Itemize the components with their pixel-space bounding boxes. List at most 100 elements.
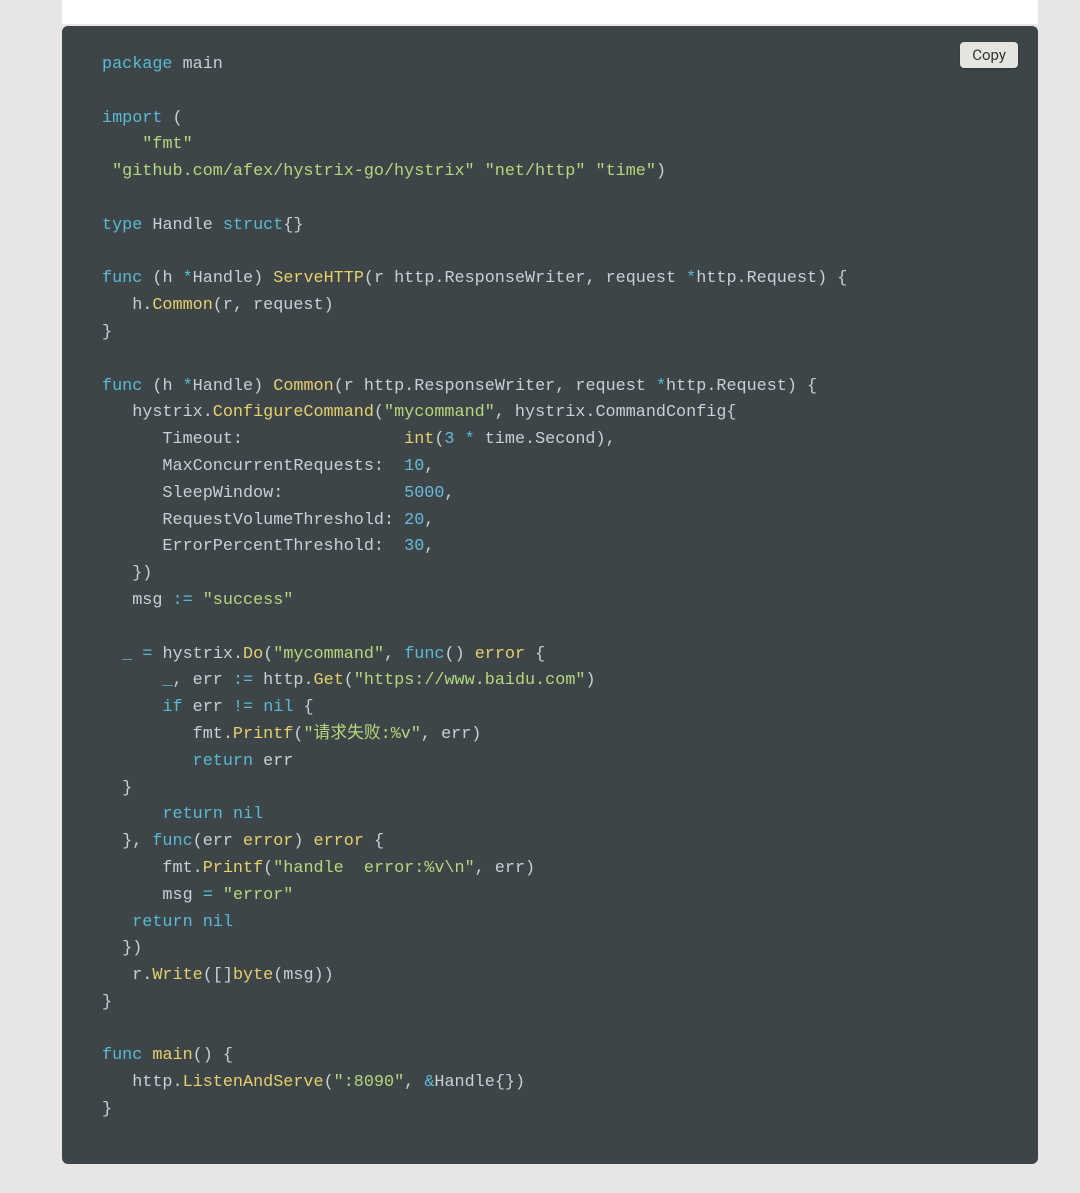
code-token (253, 698, 263, 717)
code-token: main (173, 55, 223, 74)
code-token: RequestVolumeThreshold: (102, 511, 404, 530)
code-token: return (132, 913, 192, 932)
code-token: := (173, 591, 193, 610)
code-token: fmt. (102, 859, 203, 878)
code-token: ServeHTTP (273, 269, 364, 288)
code-token: ) (585, 671, 595, 690)
code-token: ( (344, 671, 354, 690)
code-token: (h (142, 377, 182, 396)
page-root: Copy package main import ( "fmt" "github… (0, 0, 1080, 1193)
code-token: error (243, 832, 293, 851)
code-token: {} (283, 216, 303, 235)
code-token (132, 645, 142, 664)
code-token: , (424, 457, 434, 476)
code-token: Handle) (193, 377, 274, 396)
code-token: http.Request) { (696, 269, 847, 288)
code-token: Handle) (193, 269, 274, 288)
code-block: Copy package main import ( "fmt" "github… (62, 26, 1038, 1164)
code-token: if (162, 698, 182, 717)
code-token: SleepWindow: (102, 484, 404, 503)
code-token (102, 752, 193, 771)
code-token: (r http.ResponseWriter, request (334, 377, 656, 396)
code-token: , (444, 484, 454, 503)
code-token: Handle (142, 216, 223, 235)
code-token: * (465, 430, 475, 449)
code-token: _ (162, 671, 172, 690)
code-token: ) (293, 832, 313, 851)
code-token (102, 645, 122, 664)
code-token: , (424, 511, 434, 530)
code-token: ( (374, 403, 384, 422)
code-token: Write (152, 966, 202, 985)
code-token: } (102, 779, 132, 798)
code-token: ( (263, 859, 273, 878)
code-token: ":8090" (334, 1073, 405, 1092)
code-token: , err) (475, 859, 535, 878)
code-token: Handle{}) (434, 1073, 525, 1092)
code-token: 20 (404, 511, 424, 530)
code-token: } (102, 993, 112, 1012)
code-token: func (404, 645, 444, 664)
code-token: func (102, 269, 142, 288)
article-paper-strip (62, 0, 1038, 24)
code-token: = (142, 645, 152, 664)
code-token: 10 (404, 457, 424, 476)
code-token (193, 913, 203, 932)
code-token: http. (253, 671, 313, 690)
code-token: 3 (444, 430, 454, 449)
copy-button[interactable]: Copy (960, 42, 1018, 68)
code-token (102, 698, 162, 717)
code-token (213, 886, 223, 905)
code-token: err (253, 752, 293, 771)
code-token: * (183, 269, 193, 288)
code-token: , hystrix.CommandConfig{ (495, 403, 737, 422)
code-token: } (102, 1100, 112, 1119)
code-token: ([] (203, 966, 233, 985)
code-token: Printf (203, 859, 263, 878)
code-token: (h (142, 269, 182, 288)
code-token: ( (434, 430, 444, 449)
code-token: error (314, 832, 364, 851)
code-token: return (193, 752, 253, 771)
code-token: "time" (596, 162, 656, 181)
code-token: "mycommand" (273, 645, 384, 664)
code-token: nil (233, 805, 263, 824)
code-token: main (152, 1046, 192, 1065)
code-token: MaxConcurrentRequests: (102, 457, 404, 476)
code-token (223, 805, 233, 824)
code-token: ListenAndServe (183, 1073, 324, 1092)
code-token: hystrix. (152, 645, 243, 664)
code-token (142, 1046, 152, 1065)
code-token: (r http.ResponseWriter, request (364, 269, 686, 288)
code-token: = (203, 886, 213, 905)
code-token (475, 162, 485, 181)
code-token: package (102, 55, 173, 74)
code-token: }, (102, 832, 152, 851)
code-token: ( (162, 109, 182, 128)
code-token: nil (203, 913, 233, 932)
code-token: ( (293, 725, 303, 744)
code-token (102, 805, 162, 824)
code-token: * (686, 269, 696, 288)
code-token: & (424, 1073, 434, 1092)
code-token: func (152, 832, 192, 851)
code-token: }) (102, 564, 152, 583)
code-token: * (183, 377, 193, 396)
code-token: "success" (203, 591, 294, 610)
code-token: msg (102, 886, 203, 905)
code-token: struct (223, 216, 283, 235)
code-token: Timeout: (102, 430, 404, 449)
code-token: fmt. (102, 725, 233, 744)
code-token: (err (193, 832, 243, 851)
code-token: "github.com/afex/hystrix-go/hystrix" (112, 162, 475, 181)
code-token: } (102, 323, 112, 342)
code-token: error (475, 645, 525, 664)
code-token: := (233, 671, 253, 690)
code-token: "handle error:%v\n" (273, 859, 474, 878)
code-token (102, 913, 132, 932)
code-token: Printf (233, 725, 293, 744)
code-token: , (384, 645, 404, 664)
code-token: , err (173, 671, 233, 690)
code-token: { (364, 832, 384, 851)
code-token: "error" (223, 886, 294, 905)
